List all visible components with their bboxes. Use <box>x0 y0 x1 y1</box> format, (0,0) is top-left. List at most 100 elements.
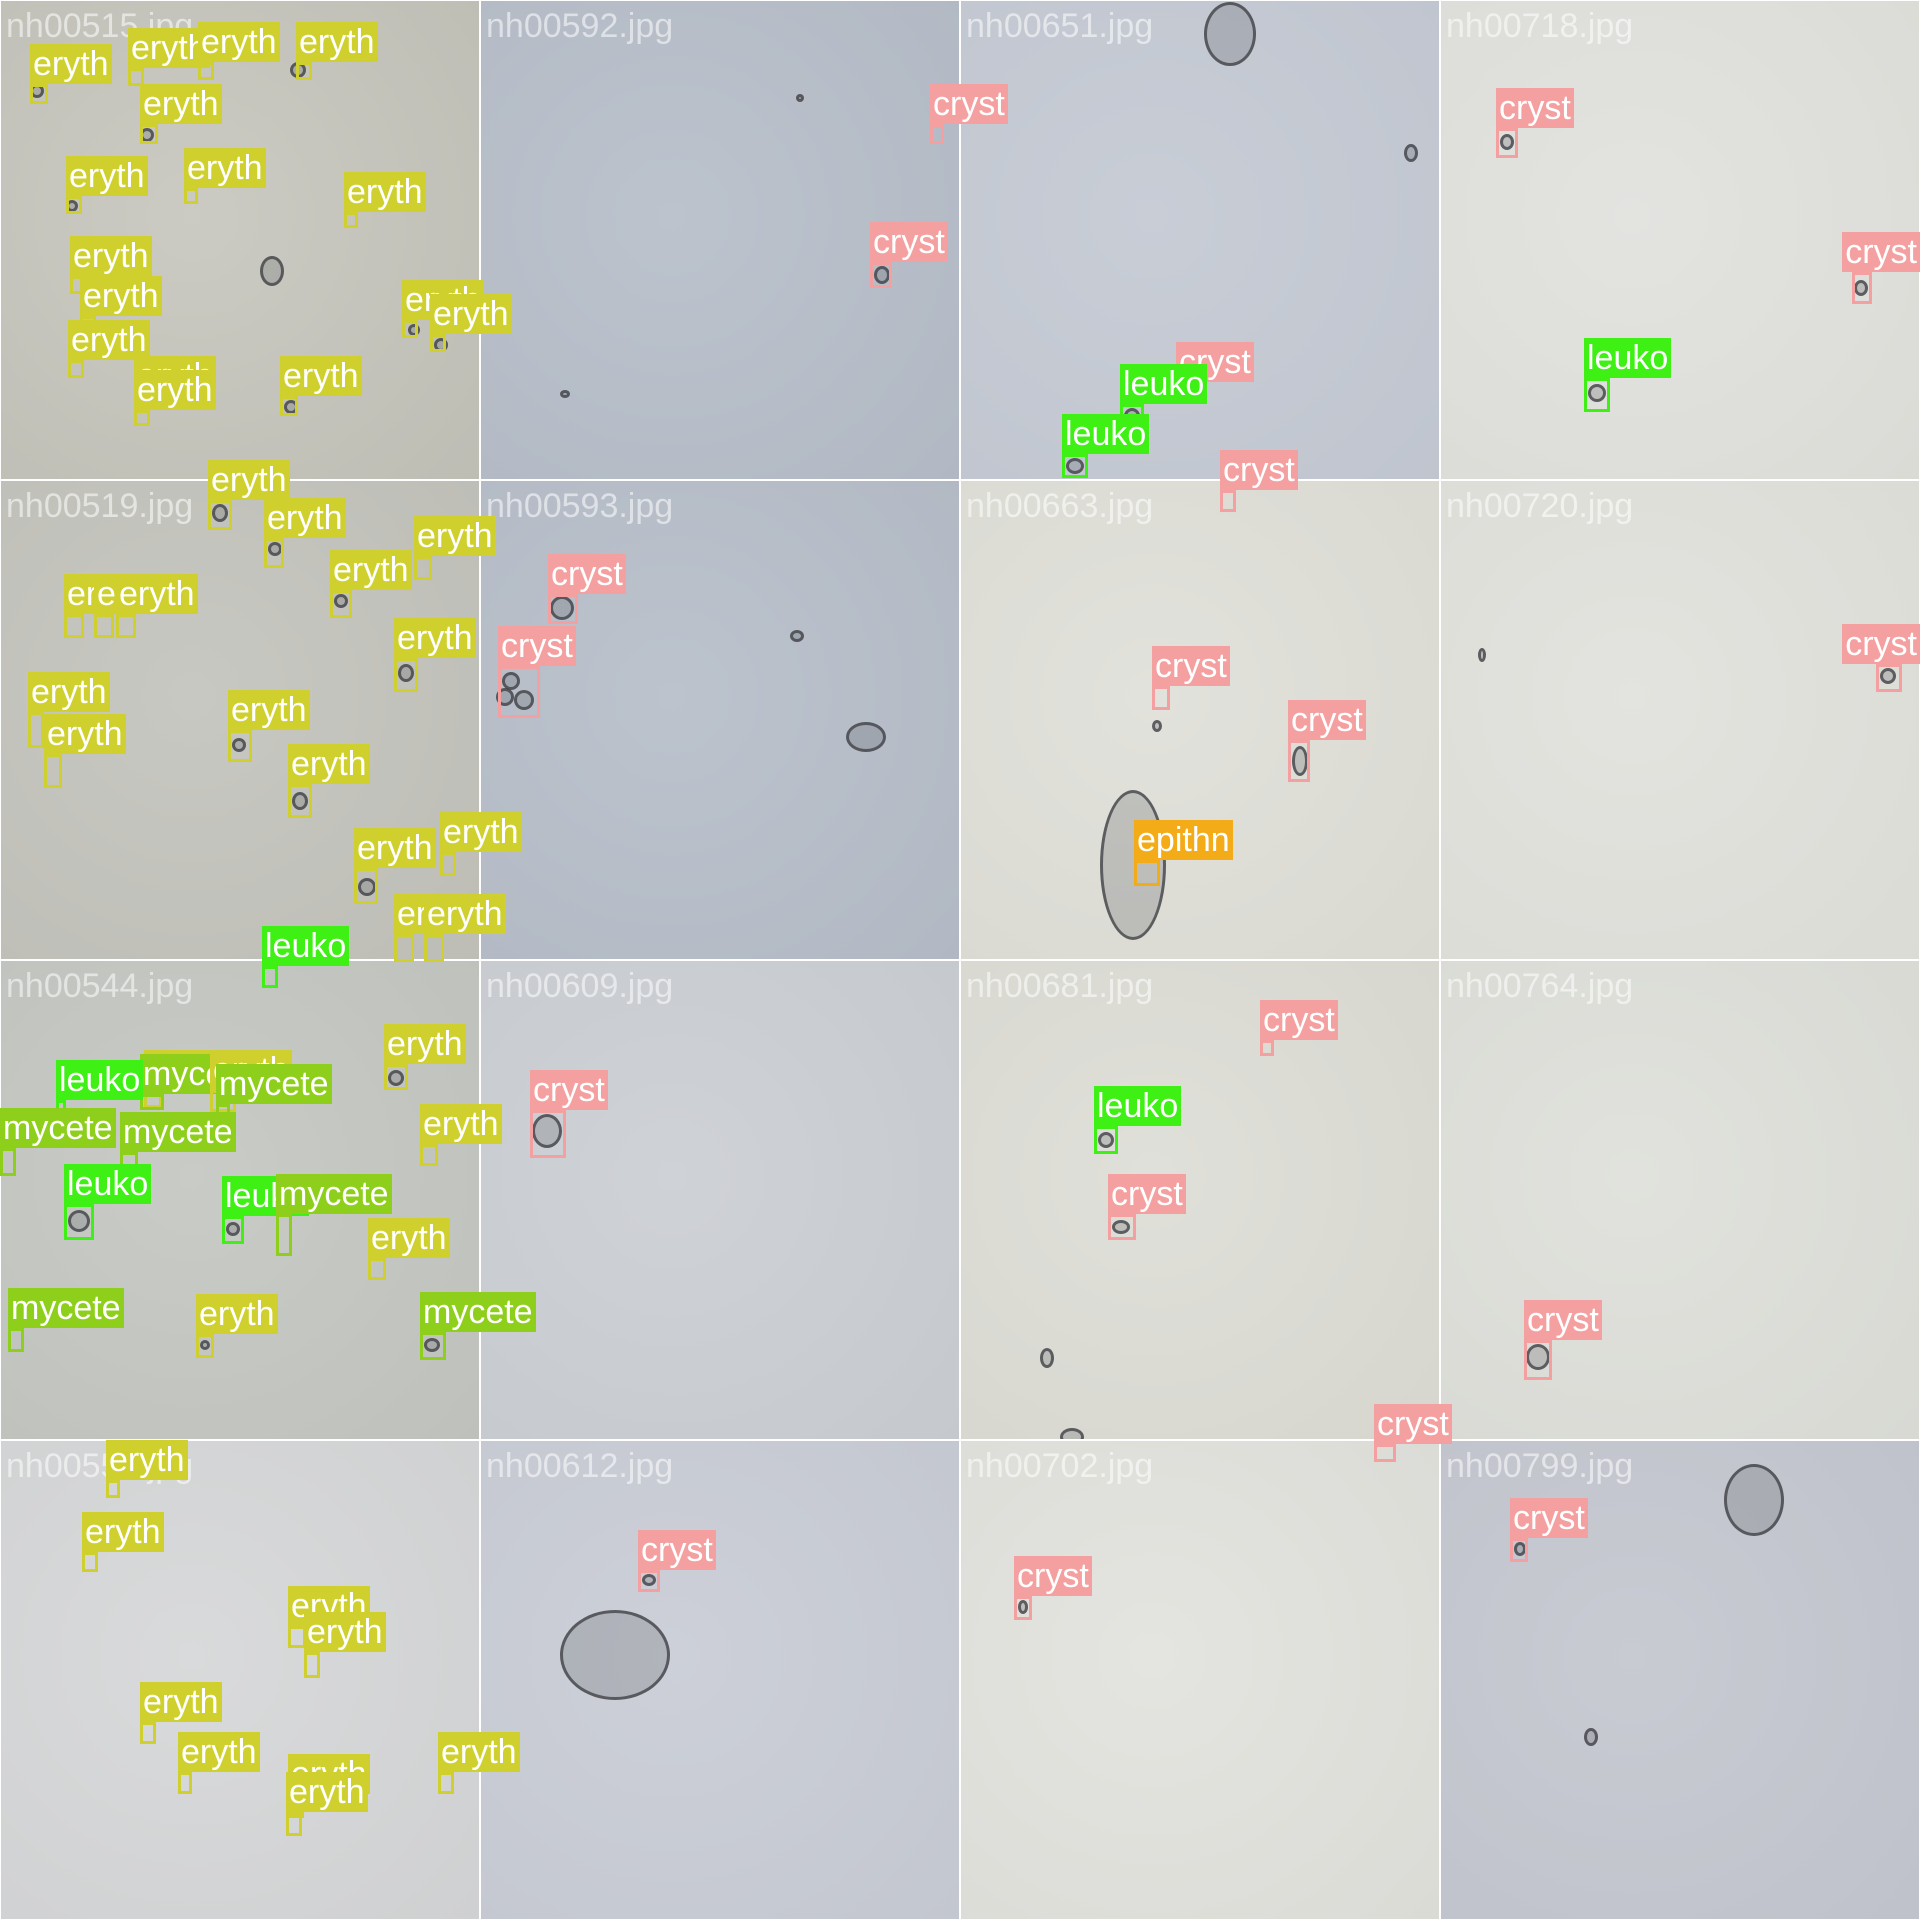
detection-label: eryth <box>384 1024 466 1064</box>
detection-box-eryth <box>440 852 456 876</box>
specimen-cell <box>1724 1464 1784 1536</box>
detection-box-epithn <box>1134 860 1160 886</box>
detection-label: eryth <box>440 812 522 852</box>
tile-filename: nh00592.jpg <box>486 7 674 45</box>
detection-label: cryst <box>1842 624 1920 664</box>
tile-filename: nh00718.jpg <box>1446 7 1634 45</box>
detection-label: eryth <box>420 1104 502 1144</box>
detection-box-cryst <box>1852 272 1872 304</box>
tile-filename: nh00544.jpg <box>6 967 194 1005</box>
detection-label: leuko <box>1120 364 1208 404</box>
detection-box-cryst <box>1374 1444 1396 1462</box>
detection-label: eryth <box>344 172 426 212</box>
specimen-cell <box>1584 1728 1598 1746</box>
image-tile: nh00702.jpg <box>961 1441 1439 1919</box>
detection-box-eryth <box>424 934 444 962</box>
detection-label: eryth <box>66 156 148 196</box>
detection-label: cryst <box>1288 700 1366 740</box>
image-tile: nh00612.jpg <box>481 1441 959 1919</box>
detection-box-leuko <box>1584 378 1610 412</box>
detection-label: cryst <box>870 222 948 262</box>
detection-label: eryth <box>30 44 112 84</box>
detection-label: mycete <box>216 1064 332 1104</box>
detection-box-eryth <box>140 124 158 144</box>
detection-box-mycete <box>420 1332 446 1360</box>
detection-label: eryth <box>354 828 436 868</box>
detection-box-eryth <box>140 1722 156 1744</box>
tile-filename: nh00593.jpg <box>486 487 674 525</box>
detection-box-eryth <box>288 784 312 818</box>
detection-box-cryst <box>1496 128 1518 158</box>
detection-box-cryst <box>1876 664 1902 692</box>
detection-box-eryth <box>116 614 136 638</box>
specimen-cell <box>796 94 804 102</box>
detection-box-cryst <box>1510 1538 1528 1562</box>
detection-box-eryth <box>66 196 82 214</box>
detection-label: leuko <box>262 926 350 966</box>
detection-box-cryst <box>1220 490 1236 512</box>
detection-box-leuko <box>262 966 278 988</box>
detection-label: eryth <box>70 236 152 276</box>
detection-box-eryth <box>368 1258 386 1280</box>
tile-filename: nh00720.jpg <box>1446 487 1634 525</box>
detection-box-eryth <box>30 84 48 104</box>
tile-filename: nh00609.jpg <box>486 967 674 1005</box>
detection-label: cryst <box>1524 1300 1602 1340</box>
detection-label: eryth <box>286 1772 368 1812</box>
detection-box-eryth <box>414 556 432 580</box>
detection-label: eryth <box>438 1732 520 1772</box>
detection-box-eryth <box>94 614 114 638</box>
detection-label: cryst <box>1152 646 1230 686</box>
detection-box-cryst <box>498 666 540 718</box>
detection-label: epithn <box>1134 820 1233 860</box>
tile-filename: nh00799.jpg <box>1446 1447 1634 1485</box>
detection-box-mycete <box>140 1094 164 1110</box>
detection-label: cryst <box>548 554 626 594</box>
detection-box-eryth <box>354 868 378 904</box>
detection-box-eryth <box>44 754 62 788</box>
detection-box-eryth <box>402 320 418 338</box>
detection-box-eryth <box>178 1772 192 1794</box>
detection-box-eryth <box>420 1144 438 1166</box>
detection-label: eryth <box>44 714 126 754</box>
detection-label: cryst <box>1260 1000 1338 1040</box>
image-tile: nh00720.jpg <box>1441 481 1919 959</box>
detection-box-eryth <box>28 712 44 748</box>
detection-label: eryth <box>414 516 496 556</box>
detection-box-cryst <box>1108 1214 1136 1240</box>
detection-label: eryth <box>280 356 362 396</box>
detection-box-eryth <box>68 360 84 378</box>
detection-label: eryth <box>80 276 162 316</box>
detection-label: eryth <box>330 550 412 590</box>
specimen-cell <box>260 256 284 286</box>
specimen-cell <box>846 722 886 752</box>
detection-box-eryth <box>330 590 352 618</box>
image-tile: nh00764.jpg <box>1441 961 1919 1439</box>
detection-box-leuko <box>222 1216 244 1244</box>
detection-label: leuko <box>1062 414 1150 454</box>
detection-label: leuko <box>56 1060 144 1100</box>
detection-label: eryth <box>264 498 346 538</box>
detection-box-cryst <box>530 1110 566 1158</box>
detection-label: cryst <box>1014 1556 1092 1596</box>
detection-label: leuko <box>1584 338 1672 378</box>
detection-label: cryst <box>1374 1404 1452 1444</box>
specimen-cell <box>560 1610 670 1700</box>
detection-label: eryth <box>198 22 280 62</box>
detection-box-eryth <box>430 334 446 352</box>
detection-box-cryst <box>1288 740 1310 782</box>
detection-label: cryst <box>1496 88 1574 128</box>
detection-box-eryth <box>208 500 232 530</box>
detection-label: cryst <box>530 1070 608 1110</box>
detection-label: eryth <box>424 894 506 934</box>
detection-label: cryst <box>1108 1174 1186 1214</box>
detection-box-leuko <box>1094 1126 1118 1154</box>
detection-label: eryth <box>140 1682 222 1722</box>
detection-label: mycete <box>120 1112 236 1152</box>
detection-box-eryth <box>82 1552 98 1572</box>
specimen-cell <box>560 390 570 398</box>
specimen-cell <box>1152 720 1162 732</box>
detection-label: eryth <box>116 574 198 614</box>
image-tile: nh00609.jpg <box>481 961 959 1439</box>
detection-label: mycete <box>8 1288 124 1328</box>
